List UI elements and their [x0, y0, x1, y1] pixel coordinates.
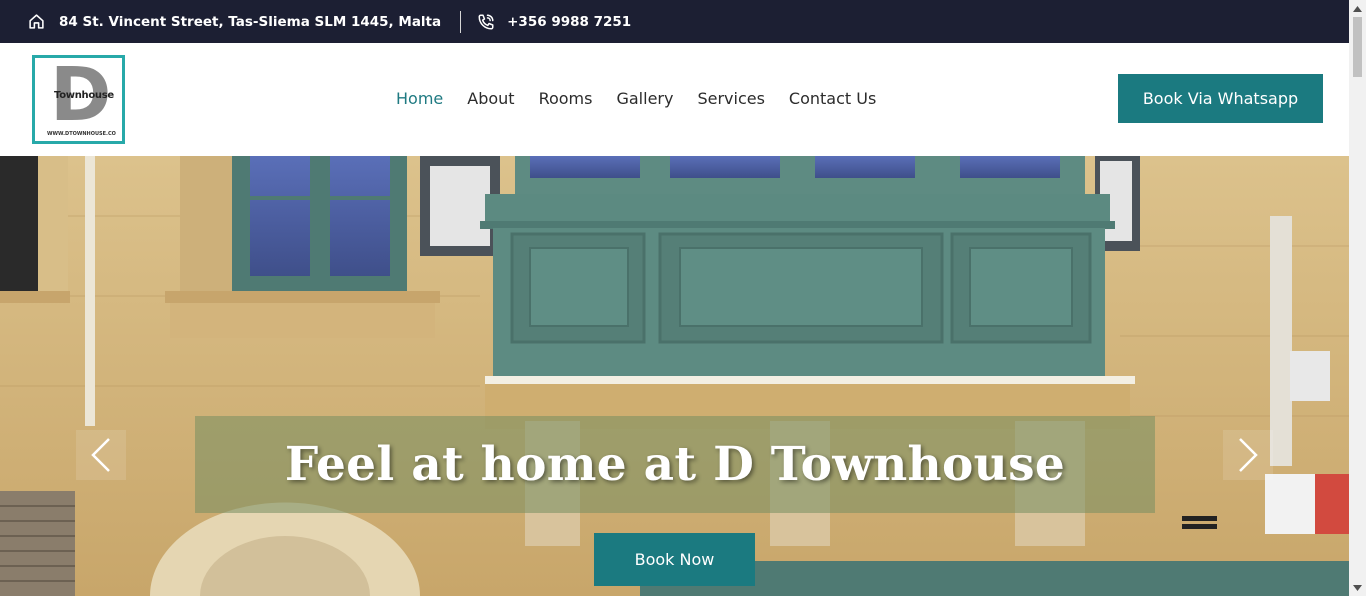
chevron-left-icon [91, 438, 110, 472]
nav-rooms[interactable]: Rooms [539, 89, 593, 109]
nav-about[interactable]: About [467, 89, 514, 109]
site-header: D Townhouse WWW.DTOWNHOUSE.CO Home About… [0, 43, 1349, 156]
hero-caption: Feel at home at D Townhouse [195, 416, 1155, 513]
nav-services[interactable]: Services [697, 89, 764, 109]
site-logo[interactable]: D Townhouse WWW.DTOWNHOUSE.CO [32, 55, 125, 144]
logo-word: Townhouse [54, 90, 114, 101]
address-info: 84 St. Vincent Street, Tas-Sliema SLM 14… [28, 13, 441, 30]
main-nav: Home About Rooms Gallery Services Contac… [396, 89, 876, 109]
hero-slider: Feel at home at D Townhouse Book Now [0, 156, 1349, 596]
phone-info[interactable]: +356 9988 7251 [477, 13, 631, 31]
phone-icon [477, 13, 495, 31]
nav-gallery[interactable]: Gallery [616, 89, 673, 109]
slider-prev-button[interactable] [76, 430, 126, 480]
divider [460, 10, 462, 33]
top-info-bar: 84 St. Vincent Street, Tas-Sliema SLM 14… [0, 0, 1349, 43]
scroll-up-arrow-icon[interactable] [1349, 0, 1366, 17]
scrollbar-thumb[interactable] [1353, 17, 1362, 77]
hero-title: Feel at home at D Townhouse [284, 437, 1066, 492]
scroll-down-arrow-icon[interactable] [1349, 579, 1366, 596]
logo-url: WWW.DTOWNHOUSE.CO [47, 131, 116, 137]
slider-next-button[interactable] [1223, 430, 1273, 480]
hero-background-image [0, 156, 1349, 596]
book-now-button[interactable]: Book Now [594, 533, 755, 586]
home-icon [28, 13, 45, 30]
chevron-right-icon [1239, 438, 1258, 472]
nav-home[interactable]: Home [396, 89, 443, 109]
nav-contact-us[interactable]: Contact Us [789, 89, 876, 109]
book-via-whatsapp-button[interactable]: Book Via Whatsapp [1118, 74, 1323, 123]
page-scrollbar[interactable] [1349, 0, 1366, 596]
phone-text[interactable]: +356 9988 7251 [507, 14, 631, 30]
address-text: 84 St. Vincent Street, Tas-Sliema SLM 14… [59, 13, 442, 30]
